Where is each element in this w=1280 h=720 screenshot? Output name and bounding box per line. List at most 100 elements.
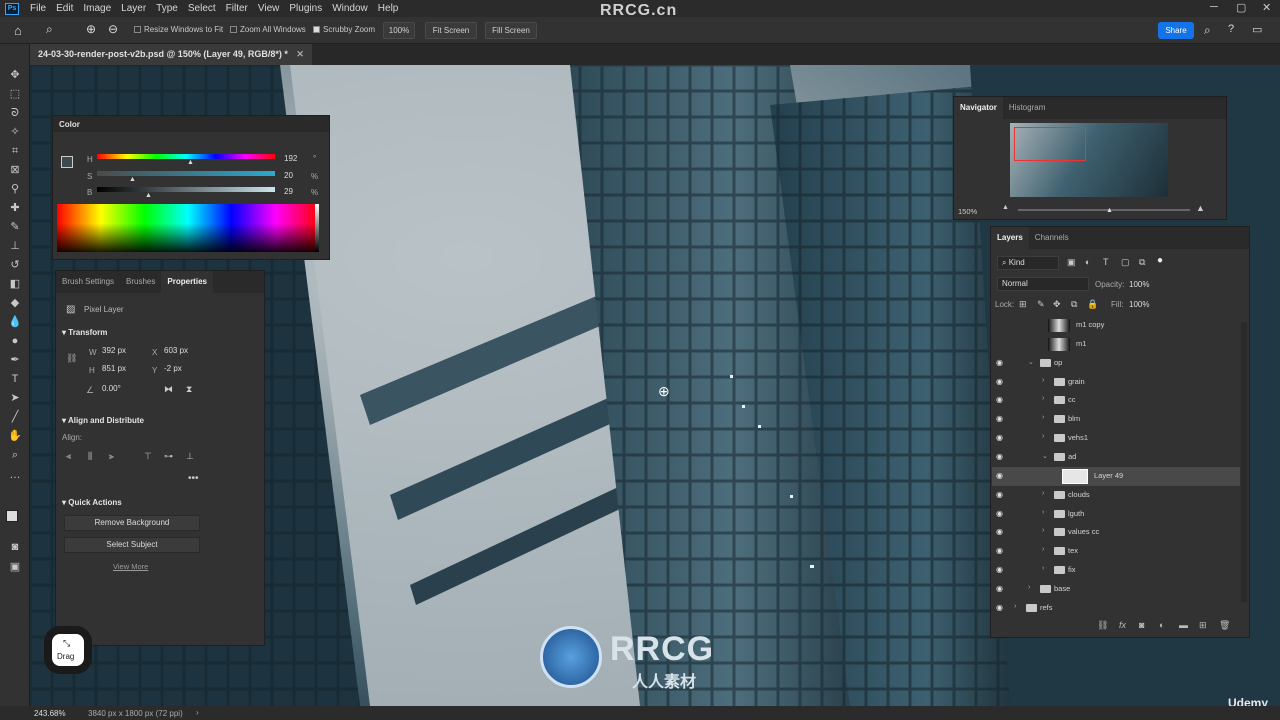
foreground-color-swatch[interactable] bbox=[6, 510, 18, 522]
navigator-slider-thumb[interactable]: ▲ bbox=[1106, 207, 1113, 214]
home-icon[interactable]: ⌂ bbox=[14, 23, 22, 38]
link-layers-icon[interactable]: ⛓ bbox=[1097, 620, 1108, 631]
menu-help[interactable]: Help bbox=[373, 3, 404, 14]
chevron-right-icon[interactable]: › bbox=[1042, 377, 1044, 384]
new-layer-icon[interactable]: ⊞ bbox=[1199, 620, 1207, 631]
maximize-icon[interactable]: ▢ bbox=[1236, 1, 1246, 14]
chevron-right-icon[interactable]: › bbox=[1042, 395, 1044, 402]
align-bottom-icon[interactable]: ⊥ bbox=[186, 451, 194, 462]
link-icon[interactable]: ⛓ bbox=[66, 353, 77, 364]
visibility-eye-icon[interactable]: ◉ bbox=[996, 566, 1006, 574]
filter-shape-icon[interactable]: ▢ bbox=[1121, 257, 1130, 268]
clone-stamp-icon[interactable]: ⊥ bbox=[8, 239, 22, 253]
layer-row[interactable]: ◉ › clouds bbox=[992, 486, 1240, 505]
add-mask-icon[interactable]: ◙ bbox=[1139, 620, 1144, 630]
eraser-tool-icon[interactable]: ◧ bbox=[8, 277, 22, 291]
delete-layer-icon[interactable]: 🗑 bbox=[1219, 620, 1230, 631]
saturation-slider[interactable] bbox=[97, 171, 275, 176]
more-options-icon[interactable]: ••• bbox=[188, 473, 199, 484]
help-icon[interactable]: ? bbox=[1228, 23, 1234, 35]
select-subject-button[interactable]: Select Subject bbox=[64, 537, 200, 553]
hue-value[interactable]: 192 bbox=[281, 153, 309, 166]
type-tool-icon[interactable]: T bbox=[8, 372, 22, 386]
visibility-eye-icon[interactable]: ◉ bbox=[996, 396, 1006, 404]
visibility-eye-icon[interactable]: ◉ bbox=[996, 547, 1006, 555]
layer-row[interactable]: ◉ › tex bbox=[992, 542, 1240, 561]
navigator-view-box[interactable] bbox=[1014, 127, 1086, 161]
visibility-eye-icon[interactable]: ◉ bbox=[996, 434, 1006, 442]
menu-image[interactable]: Image bbox=[78, 3, 116, 14]
saturation-slider-thumb[interactable]: ▲ bbox=[129, 176, 136, 183]
path-select-icon[interactable]: ➤ bbox=[8, 391, 22, 405]
layer-row[interactable]: m1 copy bbox=[992, 316, 1240, 335]
height-field[interactable]: 851 px bbox=[99, 363, 145, 376]
lock-image-icon[interactable]: ✎ bbox=[1037, 299, 1045, 310]
brightness-slider[interactable] bbox=[97, 187, 275, 192]
layer-row[interactable]: ◉ Layer 49 bbox=[992, 466, 1240, 486]
quick-actions-section-header[interactable]: ▾ Quick Actions bbox=[62, 498, 122, 507]
minimize-icon[interactable]: ─ bbox=[1210, 1, 1218, 13]
chevron-right-icon[interactable]: › bbox=[1028, 584, 1030, 591]
menu-plugins[interactable]: Plugins bbox=[284, 3, 327, 14]
tab-channels[interactable]: Channels bbox=[1029, 227, 1075, 249]
menu-type[interactable]: Type bbox=[151, 3, 183, 14]
lock-position-icon[interactable]: ✥ bbox=[1053, 299, 1061, 310]
layer-filter-kind-select[interactable]: ⌕ Kind bbox=[997, 256, 1059, 270]
navigator-zoom-slider[interactable] bbox=[1018, 209, 1190, 211]
visibility-eye-icon[interactable]: ◉ bbox=[996, 415, 1006, 423]
align-section-header[interactable]: ▾ Align and Distribute bbox=[62, 416, 144, 425]
adjustment-layer-icon[interactable]: ◐ bbox=[1159, 620, 1164, 630]
align-center-h-icon[interactable]: ⫼ bbox=[88, 451, 92, 462]
filter-adjustment-icon[interactable]: ◐ bbox=[1085, 257, 1090, 267]
chevron-right-icon[interactable]: › bbox=[1014, 603, 1016, 610]
chevron-right-icon[interactable]: › bbox=[1042, 565, 1044, 572]
hue-slider[interactable] bbox=[97, 154, 275, 159]
filter-smart-icon[interactable]: ⧉ bbox=[1139, 257, 1145, 268]
lock-transparent-icon[interactable]: ⊞ bbox=[1019, 299, 1027, 310]
angle-field[interactable]: 0.00° bbox=[99, 383, 139, 396]
close-tab-icon[interactable]: ✕ bbox=[296, 49, 304, 59]
hand-tool-icon[interactable]: ✋ bbox=[8, 429, 22, 443]
move-tool-icon[interactable]: ✥ bbox=[8, 68, 22, 82]
chevron-right-icon[interactable]: › bbox=[1042, 509, 1044, 516]
eyedropper-tool-icon[interactable]: ⚲ bbox=[8, 182, 22, 196]
visibility-eye-icon[interactable]: ◉ bbox=[996, 584, 1006, 593]
chevron-right-icon[interactable]: › bbox=[1042, 546, 1044, 553]
quick-mask-icon[interactable]: ◙ bbox=[8, 540, 22, 554]
healing-brush-icon[interactable]: ✚ bbox=[8, 201, 22, 215]
search-icon[interactable]: ⌕ bbox=[1204, 23, 1211, 38]
zoom-tool-icon[interactable]: ⌕ bbox=[46, 22, 53, 37]
layer-style-icon[interactable]: fx bbox=[1119, 620, 1126, 630]
fit-screen-button[interactable]: Fit Screen bbox=[425, 22, 477, 39]
filter-pixel-icon[interactable]: ▣ bbox=[1067, 257, 1076, 268]
frame-tool-icon[interactable]: ⊠ bbox=[8, 163, 22, 177]
zoom-all-checkbox[interactable]: Zoom All Windows bbox=[230, 25, 306, 34]
color-spectrum[interactable] bbox=[57, 204, 319, 252]
flip-vertical-icon[interactable]: ⧗ bbox=[186, 384, 192, 395]
share-button[interactable]: Share bbox=[1158, 22, 1194, 39]
zoom-in-large-icon[interactable]: ▲ bbox=[1196, 203, 1205, 213]
align-top-icon[interactable]: ⊤ bbox=[144, 451, 152, 462]
lasso-tool-icon[interactable]: ᘐ bbox=[8, 106, 22, 120]
layers-scrollbar[interactable] bbox=[1241, 322, 1247, 602]
dodge-tool-icon[interactable]: ● bbox=[8, 334, 22, 348]
layer-row[interactable]: ◉ › blm bbox=[992, 410, 1240, 429]
layer-row[interactable]: m1 bbox=[992, 335, 1240, 354]
menu-select[interactable]: Select bbox=[183, 3, 221, 14]
more-tools-icon[interactable]: … bbox=[8, 468, 22, 482]
close-icon[interactable]: ✕ bbox=[1262, 1, 1271, 14]
brightness-value[interactable]: 29 bbox=[281, 186, 309, 199]
layer-row[interactable]: ◉ › base bbox=[992, 580, 1240, 599]
drag-widget[interactable]: ⤡ Drag bbox=[52, 634, 84, 666]
saturation-value[interactable]: 20 bbox=[281, 170, 309, 183]
layer-row[interactable]: ◉ › vehs1 bbox=[992, 429, 1240, 448]
zoom-tool-side-icon[interactable]: ⌕ bbox=[8, 448, 22, 462]
align-left-icon[interactable]: ⫷ bbox=[66, 451, 71, 462]
width-field[interactable]: 392 px bbox=[99, 345, 145, 358]
layer-row[interactable]: ◉ › fix bbox=[992, 561, 1240, 580]
tab-brush-settings[interactable]: Brush Settings bbox=[56, 271, 120, 293]
layer-row[interactable]: ◉ › values cc bbox=[992, 523, 1240, 542]
layer-row[interactable]: ◉ › refs bbox=[992, 599, 1240, 618]
foreground-color-swatch[interactable] bbox=[61, 156, 73, 168]
visibility-eye-icon[interactable]: ◉ bbox=[996, 358, 1006, 367]
